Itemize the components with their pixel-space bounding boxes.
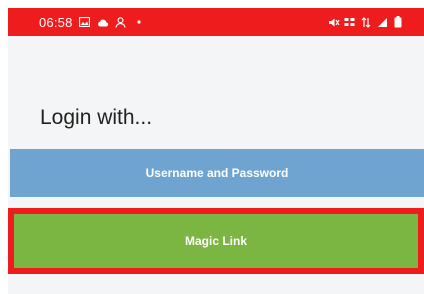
app-screen: 06:58 Login with... Username and Passwor… xyxy=(8,8,424,294)
status-left: 06:58 xyxy=(39,15,145,30)
username-password-button[interactable]: Username and Password xyxy=(10,149,424,197)
dot-icon xyxy=(133,16,145,28)
cloud-icon xyxy=(97,16,109,28)
magic-link-button[interactable]: Magic Link xyxy=(14,214,418,268)
status-bar: 06:58 xyxy=(8,8,424,36)
battery-icon xyxy=(392,16,404,28)
signal-icon xyxy=(376,16,388,28)
person-icon xyxy=(115,16,127,28)
data-icon xyxy=(360,16,372,28)
status-time: 06:58 xyxy=(39,14,73,30)
gallery-icon xyxy=(79,16,91,28)
mute-icon xyxy=(328,16,340,28)
login-heading: Login with... xyxy=(40,106,153,129)
status-right xyxy=(328,8,404,36)
volte-icon xyxy=(344,16,356,28)
